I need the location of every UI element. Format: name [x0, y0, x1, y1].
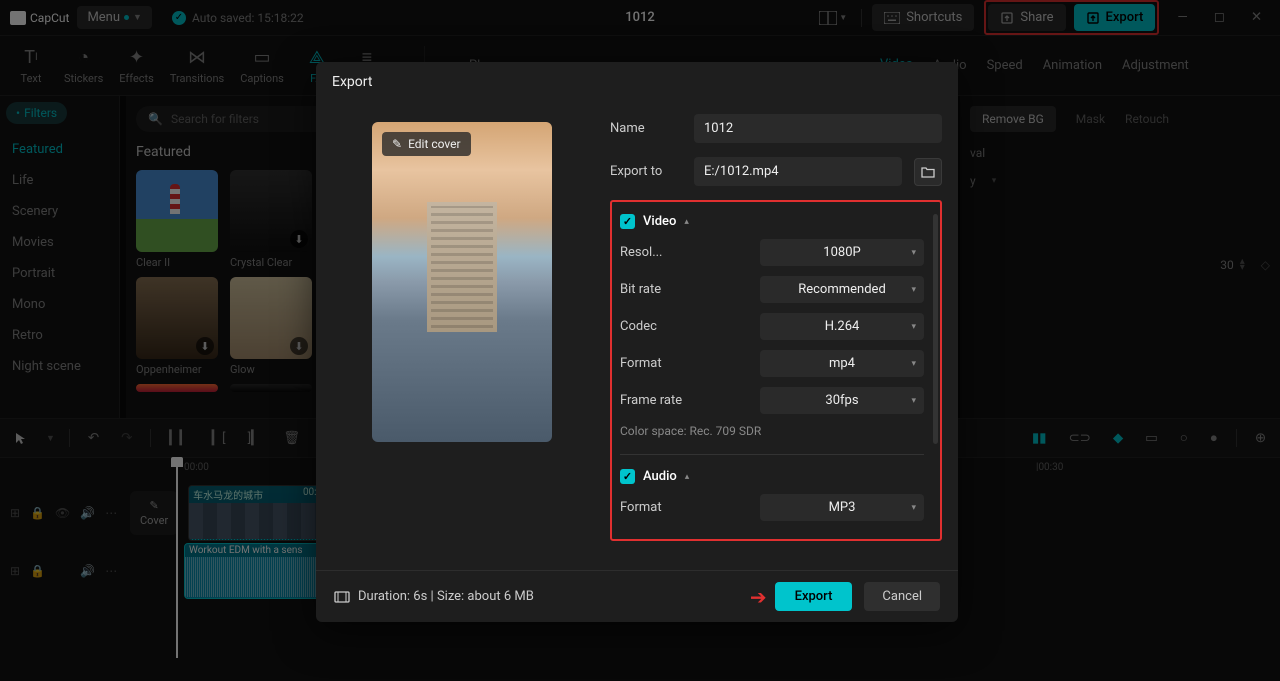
edit-cover-button[interactable]: ✎ Edit cover [382, 132, 471, 156]
collapse-icon: ▴ [684, 217, 689, 227]
chevron-down-icon: ▾ [911, 503, 916, 513]
scrollbar[interactable] [933, 214, 938, 444]
audio-checkbox[interactable]: ✓ [620, 469, 635, 484]
audio-format-dropdown[interactable]: MP3▾ [760, 494, 924, 521]
format-dropdown[interactable]: mp4▾ [760, 350, 924, 377]
audio-section-toggle[interactable]: ✓ Audio ▴ [620, 469, 936, 484]
video-checkbox[interactable]: ✓ [620, 214, 635, 229]
pencil-icon: ✎ [392, 137, 402, 151]
bitrate-dropdown[interactable]: Recommended▾ [760, 276, 924, 303]
audio-format-label: Format [620, 500, 692, 515]
chevron-down-icon: ▾ [911, 396, 916, 406]
collapse-icon: ▴ [685, 472, 690, 482]
resolution-label: Resol... [620, 245, 692, 260]
color-space-info: Color space: Rec. 709 SDR [620, 424, 936, 438]
dialog-title: Export [316, 62, 958, 102]
video-section-toggle[interactable]: ✓ Video ▴ [620, 214, 936, 229]
framerate-dropdown[interactable]: 30fps▾ [760, 387, 924, 414]
duration-info: Duration: 6s | Size: about 6 MB [358, 589, 534, 604]
export-to-label: Export to [610, 164, 682, 179]
chevron-down-icon: ▾ [911, 359, 916, 369]
export-confirm-button[interactable]: Export [775, 582, 853, 611]
codec-label: Codec [620, 319, 692, 334]
dialog-footer: Duration: 6s | Size: about 6 MB ➔ Export… [316, 570, 958, 622]
format-label: Format [620, 356, 692, 371]
name-label: Name [610, 121, 682, 136]
callout-box-settings: ✓ Video ▴ Resol... 1080P▾ Bit rate Recom… [610, 200, 942, 541]
export-preview: ✎ Edit cover [372, 122, 552, 442]
export-dialog: Export ✎ Edit cover Name Export to [316, 62, 958, 622]
framerate-label: Frame rate [620, 393, 692, 408]
film-icon [334, 591, 350, 603]
browse-folder-button[interactable] [914, 158, 942, 186]
chevron-down-icon: ▾ [911, 285, 916, 295]
resolution-dropdown[interactable]: 1080P▾ [760, 239, 924, 266]
bitrate-label: Bit rate [620, 282, 692, 297]
callout-arrow-icon: ➔ [750, 585, 767, 609]
folder-icon [921, 166, 935, 178]
export-path-input[interactable] [694, 157, 902, 186]
chevron-down-icon: ▾ [911, 248, 916, 258]
codec-dropdown[interactable]: H.264▾ [760, 313, 924, 340]
chevron-down-icon: ▾ [911, 322, 916, 332]
cancel-button[interactable]: Cancel [864, 582, 940, 611]
name-input[interactable] [694, 114, 942, 143]
